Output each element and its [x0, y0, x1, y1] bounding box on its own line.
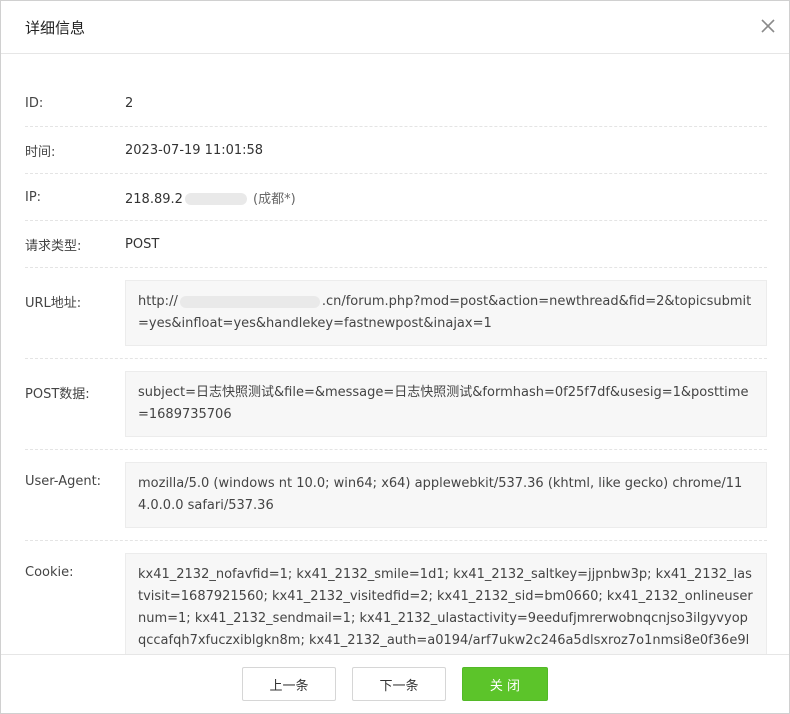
redacted-blur: [179, 295, 320, 308]
time-row: 时间: 2023-07-19 11:01:58: [25, 127, 767, 174]
prev-button[interactable]: 上一条: [242, 667, 336, 701]
id-value: 2: [125, 95, 134, 111]
detail-dialog: 详细信息 ID: 2 时间: 2023-07-19 11:01:58 IP: 2…: [0, 0, 790, 714]
redacted-blur: [184, 193, 247, 205]
ip-value: 218.89.2 (成都*): [125, 188, 296, 207]
close-icon[interactable]: [759, 17, 777, 35]
cookie-value-box: kx41_2132_nofavfid=1; kx41_2132_smile=1d…: [125, 553, 767, 654]
dialog-footer: 上一条 下一条 关 闭: [1, 654, 789, 713]
method-row: 请求类型: POST: [25, 221, 767, 268]
dialog-title: 详细信息: [25, 18, 86, 37]
ua-row: User-Agent: mozilla/5.0 (windows nt 10.0…: [25, 450, 767, 541]
cookie-row: Cookie: kx41_2132_nofavfid=1; kx41_2132_…: [25, 541, 767, 654]
post-row: POST数据: subject=日志快照测试&file=&message=日志快…: [25, 359, 767, 450]
next-button[interactable]: 下一条: [352, 667, 446, 701]
close-button[interactable]: 关 闭: [462, 667, 548, 701]
method-value: POST: [125, 236, 160, 252]
url-row: URL地址: http://.cn/forum.php?mod=post&act…: [25, 268, 767, 359]
id-row: ID: 2: [25, 80, 767, 127]
url-prefix: http://: [138, 294, 178, 309]
post-value-box: subject=日志快照测试&file=&message=日志快照测试&form…: [125, 371, 767, 437]
ip-location: (成都*): [253, 191, 296, 207]
ip-prefix: 218.89.2: [125, 191, 183, 207]
ip-row: IP: 218.89.2 (成都*): [25, 174, 767, 221]
method-label: 请求类型:: [25, 238, 82, 254]
dialog-header: 详细信息: [1, 1, 789, 54]
ua-value-box: mozilla/5.0 (windows nt 10.0; win64; x64…: [125, 462, 767, 528]
post-label: POST数据:: [25, 387, 90, 402]
time-label: 时间:: [25, 144, 56, 160]
dialog-body[interactable]: ID: 2 时间: 2023-07-19 11:01:58 IP: 218.89…: [1, 54, 789, 654]
time-value: 2023-07-19 11:01:58: [125, 142, 264, 158]
cookie-label: Cookie:: [25, 565, 74, 580]
id-label: ID:: [25, 95, 44, 111]
ip-label: IP:: [25, 189, 42, 205]
url-label: URL地址:: [25, 296, 82, 311]
url-value-box: http://.cn/forum.php?mod=post&action=new…: [125, 280, 767, 346]
ua-label: User-Agent:: [25, 474, 102, 489]
